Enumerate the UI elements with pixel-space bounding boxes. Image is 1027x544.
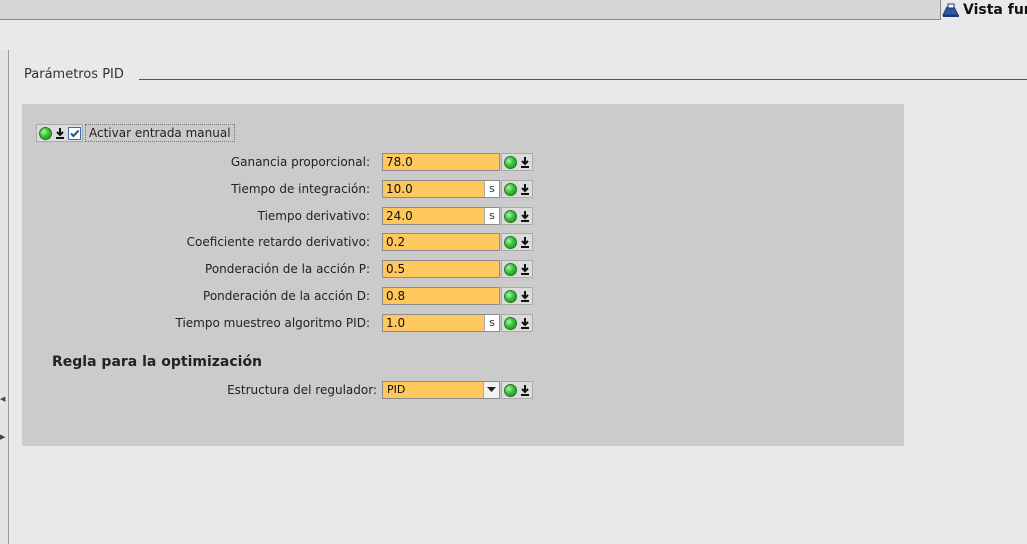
manual-indicator-group (36, 124, 83, 142)
param-row: Ganancia proporcional: 78.0 (22, 152, 533, 172)
expand-right-arrow-icon[interactable]: ▶ (0, 428, 6, 446)
param-indicator-group (501, 180, 533, 198)
param-indicator-group (501, 287, 533, 305)
download-arrow-icon[interactable] (519, 383, 531, 397)
green-status-led-icon (504, 235, 517, 249)
optimization-heading: Regla para la optimización (52, 354, 263, 370)
collapse-left-arrow-icon[interactable]: ◀ (0, 390, 6, 408)
param-label: Tiempo de integración: (231, 182, 370, 196)
param-value: 0.8 (386, 289, 406, 303)
param-value-field[interactable]: 0.2 (382, 233, 500, 251)
param-label: Ganancia proporcional: (230, 155, 370, 169)
structure-indicator-group (501, 381, 533, 399)
param-value-field[interactable]: 78.0 (382, 153, 500, 171)
section-title: Parámetros PID (24, 67, 124, 82)
param-value: 10.0 (386, 182, 413, 196)
green-status-led-icon (504, 383, 517, 397)
param-value: 24.0 (386, 209, 413, 223)
download-arrow-icon[interactable] (519, 289, 531, 303)
view-switch-button[interactable]: Vista fur (942, 0, 1027, 19)
download-arrow-icon[interactable] (54, 126, 66, 140)
download-arrow-icon[interactable] (519, 155, 531, 169)
param-unit: s (484, 208, 499, 224)
param-row: Ponderación de la acción P: 0.5 (22, 259, 533, 279)
param-indicator-group (501, 314, 533, 332)
param-value-field[interactable]: 24.0 s (382, 207, 500, 225)
download-arrow-icon[interactable] (519, 209, 531, 223)
manual-input-checkbox[interactable] (68, 126, 81, 140)
section-divider (139, 79, 1027, 80)
green-status-led-icon (504, 262, 517, 276)
param-unit: s (484, 315, 499, 331)
param-value: 78.0 (386, 155, 413, 169)
green-status-led-icon (504, 209, 517, 223)
download-arrow-icon[interactable] (519, 316, 531, 330)
param-value: 0.5 (386, 262, 406, 276)
green-status-led-icon (504, 316, 517, 330)
param-value-field[interactable]: 0.8 (382, 287, 500, 305)
param-row: Ponderación de la acción D: 0.8 (22, 286, 533, 306)
param-label: Tiempo derivativo: (257, 209, 370, 223)
green-status-led-icon (39, 126, 52, 140)
param-value-field[interactable]: 10.0 s (382, 180, 500, 198)
green-status-led-icon (504, 155, 517, 169)
param-row: Tiempo muestreo algoritmo PID: 1.0 s (22, 313, 533, 333)
param-row: Tiempo de integración: 10.0 s (22, 179, 533, 199)
controller-structure-label: Estructura del regulador: (227, 383, 377, 397)
chevron-down-icon[interactable] (483, 382, 499, 398)
left-collapse-strip[interactable]: ◀ ▶ (0, 50, 9, 544)
download-arrow-icon[interactable] (519, 262, 531, 276)
param-row: Coeficiente retardo derivativo: 0.2 (22, 232, 533, 252)
param-value: 1.0 (386, 316, 406, 330)
param-label: Coeficiente retardo derivativo: (186, 235, 370, 249)
download-arrow-icon[interactable] (519, 182, 531, 196)
param-indicator-group (501, 233, 533, 251)
green-status-led-icon (504, 289, 517, 303)
download-arrow-icon[interactable] (519, 235, 531, 249)
param-label: Ponderación de la acción P: (205, 262, 370, 276)
param-label: Ponderación de la acción D: (203, 289, 370, 303)
param-indicator-group (501, 207, 533, 225)
param-indicator-group (501, 260, 533, 278)
controller-structure-select[interactable]: PID (382, 381, 500, 399)
view-switch-label: Vista fur (963, 1, 1027, 18)
param-value: 0.2 (386, 235, 406, 249)
manual-input-label[interactable]: Activar entrada manual (85, 124, 235, 142)
green-status-led-icon (504, 182, 517, 196)
top-toolbar (0, 0, 941, 20)
param-value-field[interactable]: 1.0 s (382, 314, 500, 332)
manual-input-row: Activar entrada manual (35, 123, 235, 143)
param-unit: s (484, 181, 499, 197)
param-value-field[interactable]: 0.5 (382, 260, 500, 278)
param-row: Tiempo derivativo: 24.0 s (22, 206, 533, 226)
view-switch-icon (942, 3, 959, 17)
param-label: Tiempo muestreo algoritmo PID: (175, 316, 370, 330)
controller-structure-row: Estructura del regulador: PID (22, 380, 533, 400)
param-indicator-group (501, 153, 533, 171)
controller-structure-value: PID (387, 383, 406, 396)
